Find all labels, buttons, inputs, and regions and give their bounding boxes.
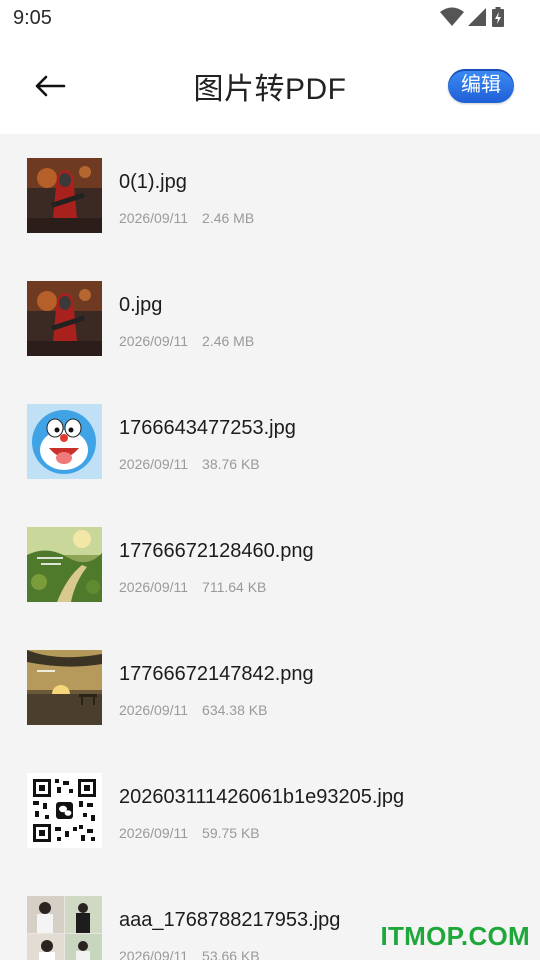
file-size: 38.76 KB [202,456,260,472]
list-item[interactable]: 0(1).jpg 2026/09/11 2.46 MB [0,134,540,257]
file-meta: 2026/09/11 53.66 KB [119,948,274,960]
battery-icon [492,7,504,27]
list-item[interactable]: 17766672128460.png 2026/09/11 711.64 KB [0,503,540,626]
status-time: 9:05 [13,7,52,29]
file-date: 2026/09/11 [119,579,189,595]
file-meta: 2026/09/11 2.46 MB [119,210,268,226]
status-bar: 9:05 [0,0,540,36]
site-watermark: ITMOP.COM [380,921,530,951]
qr-code-thumbnail [27,773,102,848]
file-date: 2026/09/11 [119,948,189,960]
list-item[interactable]: 0.jpg 2026/09/11 2.46 MB [0,257,540,380]
file-name: 17766672128460.png [119,540,314,562]
file-meta: 2026/09/11 38.76 KB [119,456,274,472]
image-thumbnail [27,404,102,479]
signal-icon [468,8,486,26]
file-size: 711.64 KB [202,579,267,595]
file-name: 0.jpg [119,294,163,316]
file-name: 1766643477253.jpg [119,417,296,439]
file-date: 2026/09/11 [119,210,189,226]
file-list: 0(1).jpg 2026/09/11 2.46 MB 0.jpg 2026/09… [0,134,540,960]
file-date: 2026/09/11 [119,456,189,472]
wifi-icon [440,7,464,26]
file-size: 2.46 MB [202,210,255,226]
file-size: 59.75 KB [202,825,260,841]
list-item[interactable]: 1766643477253.jpg 2026/09/11 38.76 KB [0,380,540,503]
file-date: 2026/09/11 [119,333,189,349]
list-item[interactable]: 17766672147842.png 2026/09/11 634.38 KB [0,626,540,749]
image-thumbnail [27,527,102,602]
image-thumbnail [27,158,102,233]
file-meta: 2026/09/11 59.75 KB [119,825,274,841]
file-name: 0(1).jpg [119,171,187,193]
image-thumbnail [27,650,102,725]
file-name: aaa_1768788217953.jpg [119,909,341,931]
file-meta: 2026/09/11 634.38 KB [119,702,281,718]
file-size: 53.66 KB [202,948,260,960]
app-bar: 图片转PDF 编辑 [0,36,540,134]
image-thumbnail [27,896,102,960]
file-size: 634.38 KB [202,702,268,718]
image-thumbnail [27,281,102,356]
file-date: 2026/09/11 [119,825,189,841]
list-item[interactable]: 202603111426061b1e93205.jpg 2026/09/11 59… [0,749,540,872]
file-name: 17766672147842.png [119,663,314,685]
file-name: 202603111426061b1e93205.jpg [119,786,405,808]
file-meta: 2026/09/11 711.64 KB [119,579,280,595]
edit-button[interactable]: 编辑 [448,69,514,103]
file-date: 2026/09/11 [119,702,189,718]
file-meta: 2026/09/11 2.46 MB [119,333,268,349]
file-size: 2.46 MB [202,333,255,349]
